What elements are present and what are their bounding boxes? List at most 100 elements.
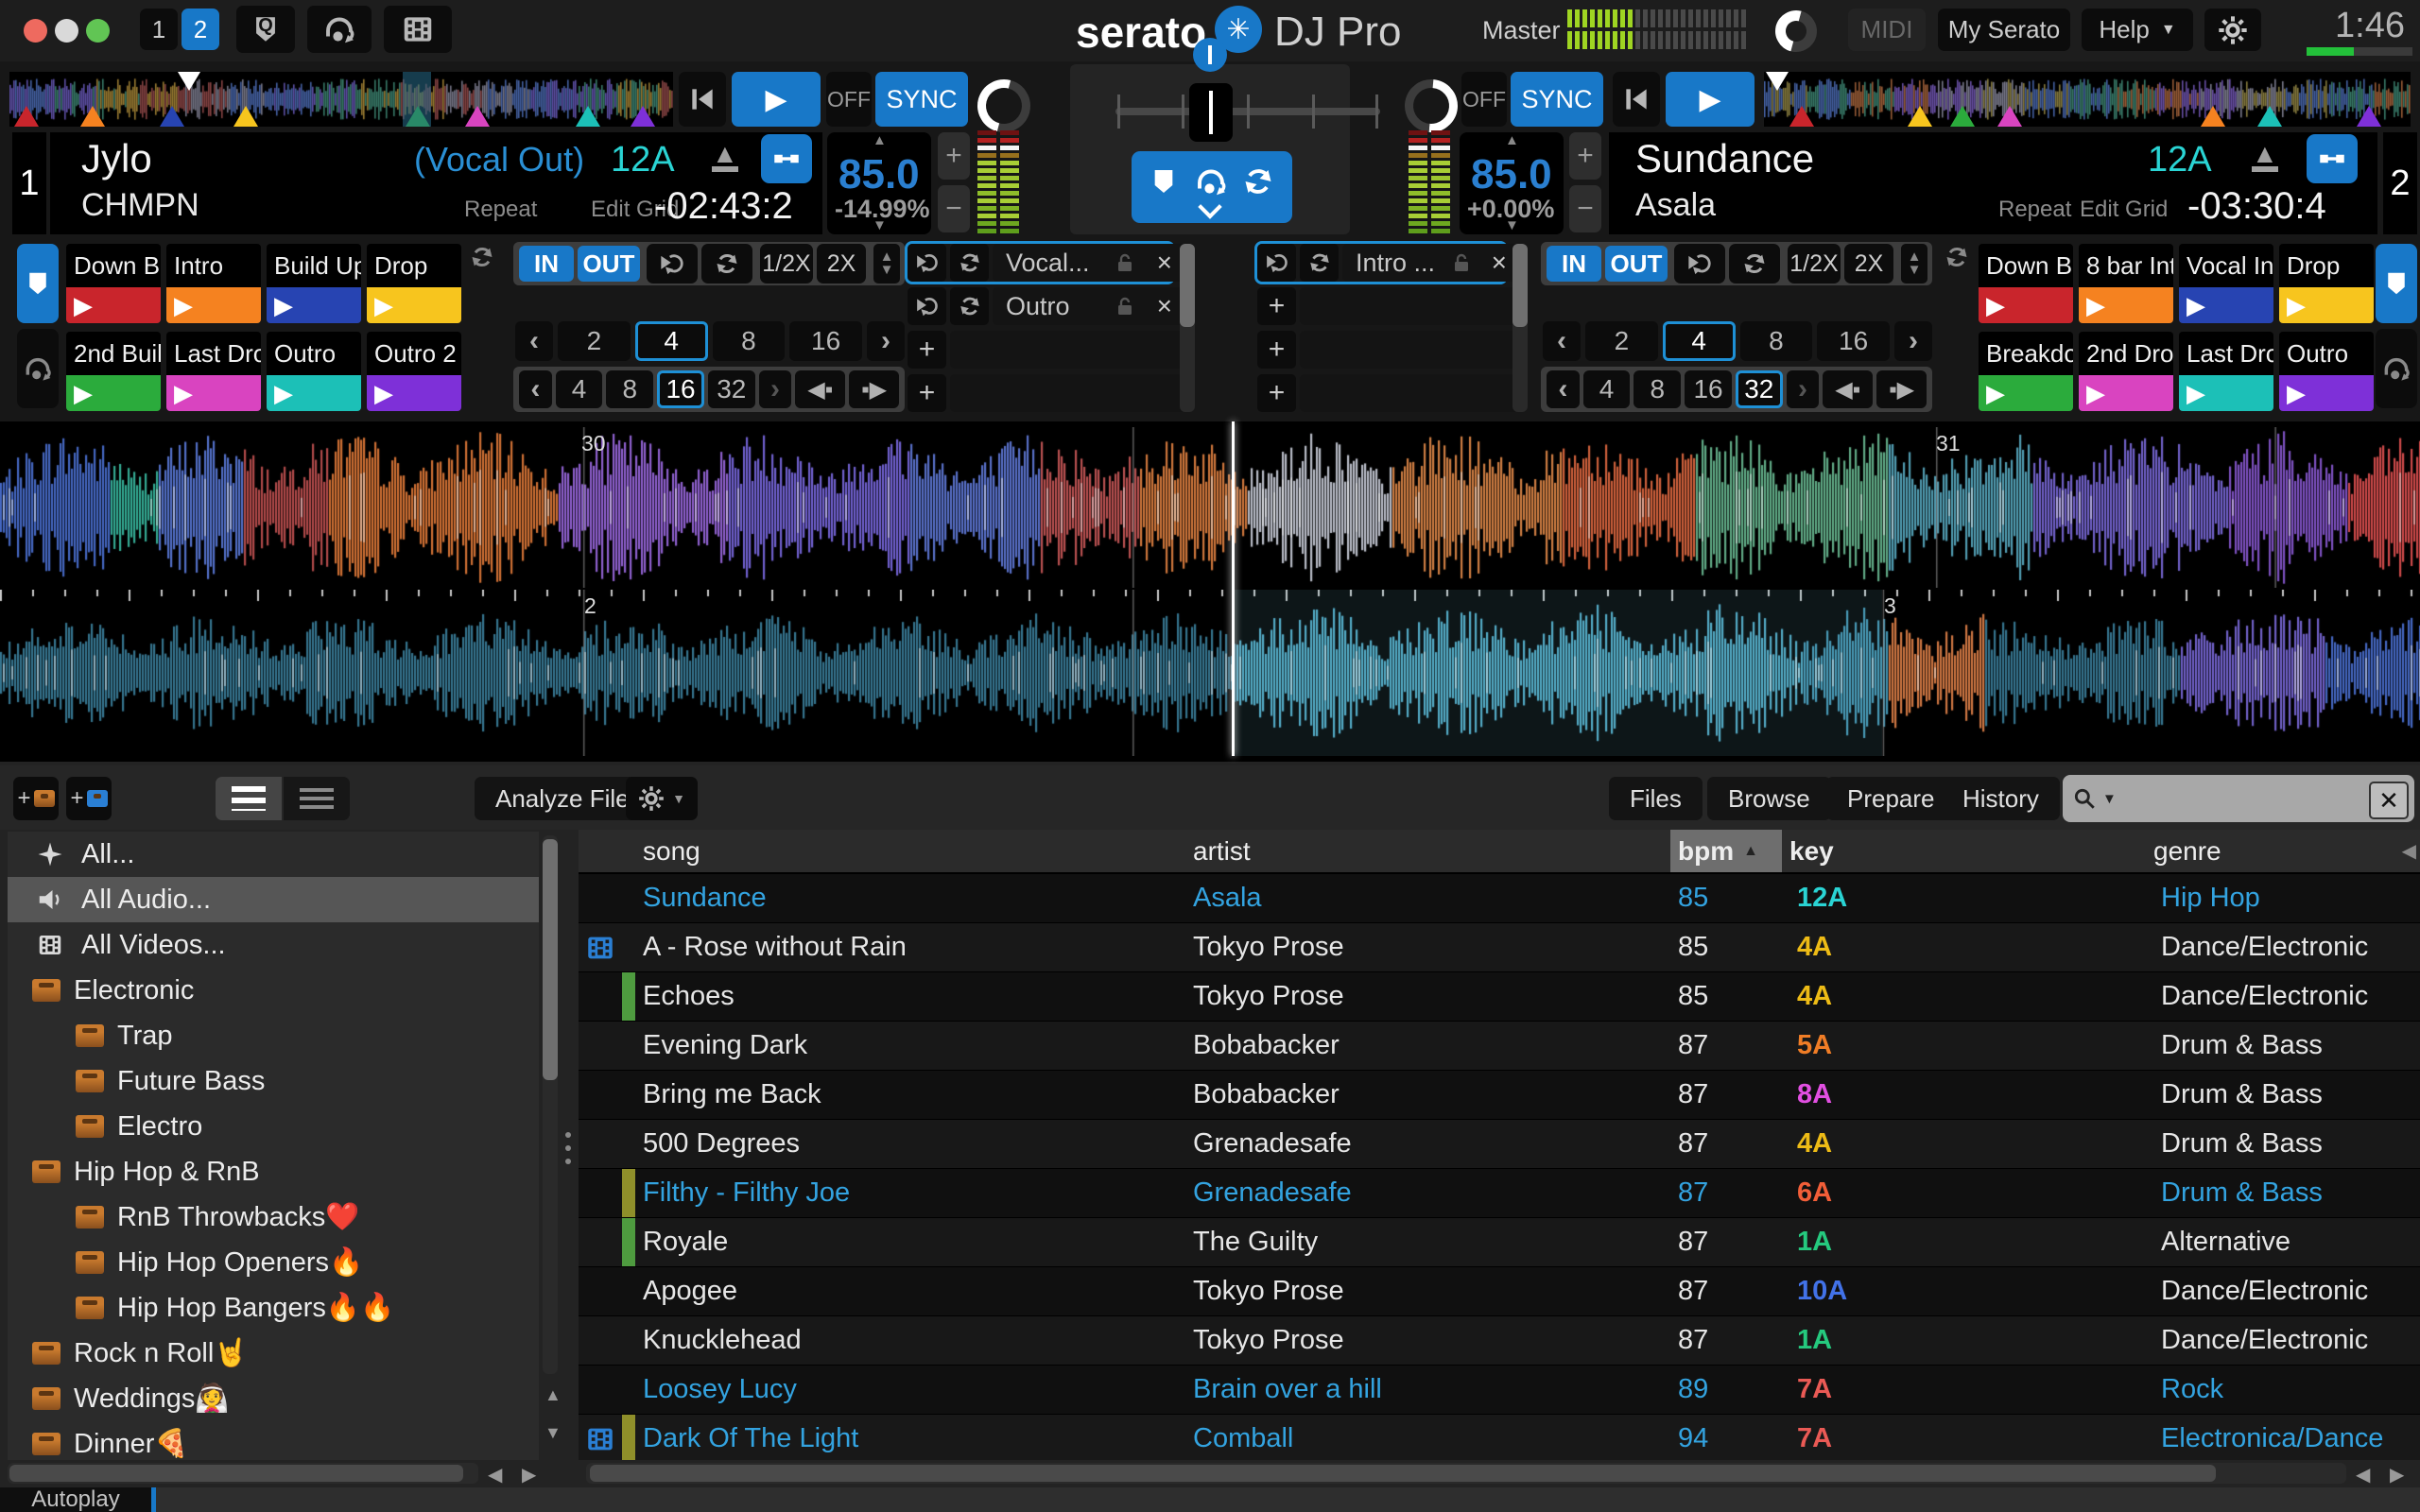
cue-pad[interactable]: 2nd Buil ▶: [66, 332, 161, 411]
column-header-song[interactable]: song: [643, 836, 1193, 867]
minimize-window-button[interactable]: [55, 19, 78, 43]
beatjump-next-button[interactable]: ›: [1786, 370, 1820, 408]
tab-history[interactable]: History: [1942, 777, 2060, 820]
sidebar-item[interactable]: Electronic: [8, 968, 539, 1013]
deck2-sync-button[interactable]: SYNC: [1511, 72, 1603, 127]
table-row[interactable]: Sundance Asala 85 12A Hip Hop: [579, 874, 2420, 923]
table-h-scrollbar[interactable]: [586, 1463, 2346, 1484]
sidebar-item[interactable]: All Audio...: [8, 877, 539, 922]
deck1-saved-loop-slot[interactable]: Outro ×: [908, 287, 1185, 325]
cue-pad[interactable]: Drop ▶: [367, 244, 461, 323]
deck1-loop-half-button[interactable]: 1/2X: [760, 244, 813, 284]
deck2-loop-in-button[interactable]: IN: [1547, 246, 1601, 282]
beatjump-length-button[interactable]: 4: [1582, 370, 1631, 408]
clear-search-icon[interactable]: ✕: [2369, 782, 2409, 819]
deck-count-2-button[interactable]: 2: [182, 9, 219, 50]
lock-icon[interactable]: [1450, 251, 1473, 274]
cue-marker[interactable]: [2357, 106, 2381, 127]
cue-marker[interactable]: [160, 106, 184, 127]
loop-panel-button[interactable]: [307, 6, 372, 53]
deck1-keylock-off-button[interactable]: OFF: [826, 72, 872, 127]
beatjump-prev-button[interactable]: ‹: [1547, 370, 1580, 408]
cue-marker[interactable]: [631, 106, 655, 127]
cue-pad[interactable]: Drop ▶: [2279, 244, 2374, 323]
sidebar-h-scrollbar[interactable]: [8, 1463, 478, 1484]
column-header-bpm[interactable]: bpm ▲: [1670, 830, 1782, 872]
beatjump-back-button[interactable]: ◀▪: [1823, 370, 1874, 408]
panel-resize-handle[interactable]: [565, 1132, 571, 1138]
sidebar-item[interactable]: Rock n Roll🤘: [8, 1331, 539, 1376]
close-window-button[interactable]: [24, 19, 47, 43]
table-row[interactable]: Echoes Tokyo Prose 85 4A Dance/Electroni…: [579, 972, 2420, 1022]
main-waveform-area[interactable]: 30 31 2 3: [0, 421, 2420, 762]
lock-icon[interactable]: [1114, 295, 1136, 318]
cue-pad[interactable]: Breakdo ▶: [1979, 332, 2073, 411]
vertical-waveform-view-button[interactable]: [216, 777, 282, 820]
beatjump-length-button[interactable]: 8: [606, 370, 654, 408]
deck2-pitch-minus-button[interactable]: −: [1569, 185, 1601, 232]
beatjump-length-button[interactable]: 32: [1735, 370, 1783, 408]
deck1-eject-button[interactable]: ▲: [712, 141, 738, 172]
tempo-up-icon[interactable]: ▲: [873, 133, 887, 147]
maximize-window-button[interactable]: [86, 19, 110, 43]
deck2-loop-half-button[interactable]: 1/2X: [1788, 244, 1841, 284]
settings-button[interactable]: [2204, 9, 2261, 51]
table-row[interactable]: Royale The Guilty 87 1A Alternative: [579, 1218, 2420, 1267]
table-row[interactable]: Loosey Lucy Brain over a hill 89 7A Rock: [579, 1366, 2420, 1415]
deck2-play-button[interactable]: ▶: [1666, 72, 1754, 127]
beatjump-forward-button[interactable]: ▪▶: [849, 370, 899, 408]
sidebar-scroll-left-icon[interactable]: ◀: [488, 1463, 502, 1486]
video-panel-button[interactable]: [384, 6, 452, 53]
sidebar-item[interactable]: Electro: [8, 1104, 539, 1149]
autoloop-length-button[interactable]: 8: [712, 321, 786, 361]
deck2-loop-stepper[interactable]: ▲ ▼: [1901, 244, 1927, 284]
deck2-keylock-off-button[interactable]: OFF: [1461, 72, 1507, 127]
autoloop-length-button[interactable]: 2: [1585, 321, 1658, 361]
beatjump-back-button[interactable]: ◀▪: [795, 370, 846, 408]
cue-marker[interactable]: [80, 106, 105, 127]
cue-marker[interactable]: [465, 106, 490, 127]
deck2-eject-button[interactable]: ▲: [2252, 141, 2278, 172]
tab-browse[interactable]: Browse: [1707, 777, 1831, 820]
deck-count-1-button[interactable]: 1: [140, 9, 178, 50]
deck1-pitch-plus-button[interactable]: +: [938, 132, 970, 180]
deck1-saved-loop-slot[interactable]: Vocal... ×: [905, 241, 1185, 284]
deck2-pitch-plus-button[interactable]: +: [1569, 132, 1601, 180]
sidebar-scroll-right-icon[interactable]: ▶: [522, 1463, 536, 1486]
deck1-sync-button[interactable]: SYNC: [875, 72, 968, 127]
deck1-loop-double-button[interactable]: 2X: [817, 244, 866, 284]
deck2-slip-loop-button[interactable]: [1674, 244, 1725, 284]
horizontal-waveform-view-button[interactable]: [284, 777, 350, 820]
beatjump-forward-button[interactable]: ▪▶: [1876, 370, 1927, 408]
autoloop-length-button[interactable]: 4: [1662, 321, 1736, 361]
help-menu-button[interactable]: Help ▼: [2082, 9, 2193, 51]
deck2-repeat-button[interactable]: Repeat: [1998, 197, 2071, 223]
sidebar-item[interactable]: Dinner🍕: [8, 1421, 539, 1460]
sidebar-scroll-down-icon[interactable]: ▼: [544, 1423, 562, 1443]
column-header-artist[interactable]: artist: [1193, 836, 1670, 867]
beatjump-length-button[interactable]: 32: [707, 370, 755, 408]
add-crate-button[interactable]: +: [13, 777, 59, 820]
deck2-loop-out-button[interactable]: OUT: [1605, 246, 1668, 282]
lock-icon[interactable]: [1114, 251, 1136, 274]
deck2-beatgrid-link-button[interactable]: [2307, 134, 2358, 183]
deck1-empty-loop-slot[interactable]: +: [908, 331, 1185, 369]
my-serato-button[interactable]: My Serato: [1938, 9, 2070, 51]
analysis-settings-button[interactable]: ▼: [626, 777, 698, 820]
deck2-empty-loop-slot[interactable]: +: [1257, 374, 1518, 412]
beatjump-length-button[interactable]: 16: [1685, 370, 1732, 408]
sidebar-scrollbar[interactable]: [543, 835, 558, 1374]
autoloop-length-button[interactable]: 4: [634, 321, 708, 361]
cue-marker[interactable]: [576, 106, 600, 127]
cue-marker[interactable]: [233, 106, 258, 127]
deck2-edit-grid-button[interactable]: Edit Grid: [2080, 197, 2168, 223]
tab-prepare[interactable]: Prepare: [1826, 777, 1956, 820]
deck2-cues-tab[interactable]: [2376, 244, 2417, 323]
sidebar-item[interactable]: Hip Hop & RnB: [8, 1149, 539, 1194]
deck2-overview-waveform[interactable]: [1764, 72, 2411, 127]
autoloop-prev-button[interactable]: ‹: [1543, 321, 1581, 361]
autoloop-next-button[interactable]: ›: [867, 321, 905, 361]
deck1-rewind-button[interactable]: [679, 72, 726, 127]
table-row[interactable]: Dark Of The Light Comball 94 7A Electron…: [579, 1415, 2420, 1460]
column-header-key[interactable]: key: [1782, 836, 2153, 867]
